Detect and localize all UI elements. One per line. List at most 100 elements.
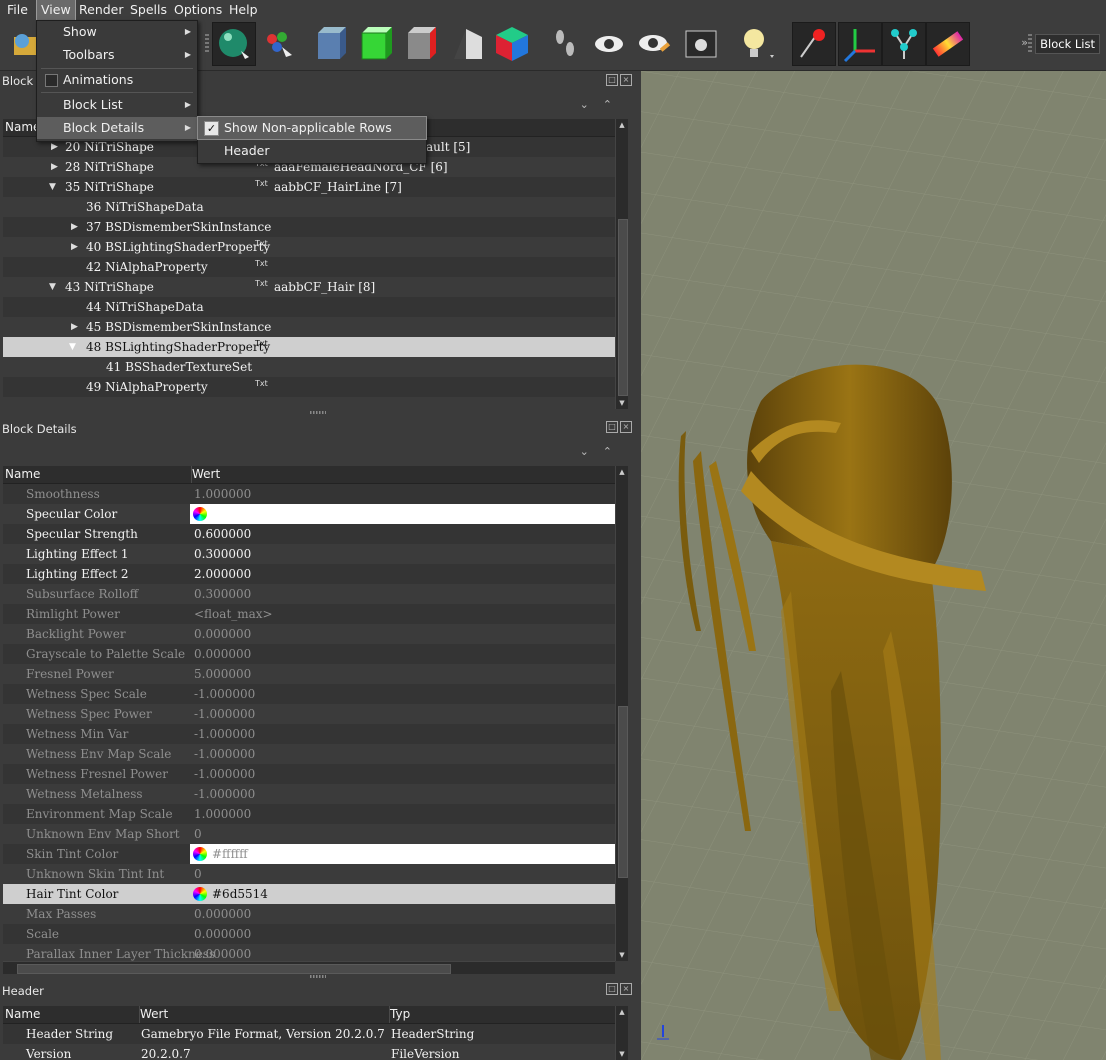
pin-vertex-icon[interactable] — [792, 22, 836, 66]
menu-spells[interactable]: Spells — [126, 0, 171, 20]
block-list-scrollbar[interactable]: ▲ ▼ — [615, 119, 628, 409]
scroll-up-icon[interactable]: ▲ — [616, 119, 628, 131]
menu-view[interactable]: View — [36, 0, 76, 21]
table-row[interactable]: Wetness Metalness -1.000000 — [3, 784, 615, 804]
eye-icon[interactable] — [588, 23, 630, 65]
column-value[interactable]: Wert — [190, 466, 615, 483]
scroll-thumb[interactable] — [618, 219, 628, 396]
column-name[interactable]: Name — [3, 466, 192, 483]
block-list-toggle-button[interactable]: Block List — [1035, 34, 1100, 54]
tree-row[interactable]: 41 BSShaderTextureSet — [3, 357, 615, 377]
axes-icon[interactable] — [838, 22, 882, 66]
table-row[interactable]: Grayscale to Palette Scale 0.000000 — [3, 644, 615, 664]
table-row[interactable]: Parallax Inner Layer Thickness 0.000000 — [3, 944, 615, 961]
menu-item-header[interactable]: Header — [198, 140, 426, 162]
table-row[interactable]: Specular Color — [3, 504, 615, 524]
menu-help[interactable]: Help — [225, 0, 262, 20]
scroll-up-icon[interactable]: ▲ — [616, 1006, 628, 1018]
close-icon[interactable]: × — [620, 421, 632, 433]
footprints-icon[interactable] — [544, 23, 586, 65]
table-row[interactable]: Fresnel Power 5.000000 — [3, 664, 615, 684]
toolbar-grip[interactable] — [205, 34, 209, 54]
gradient-strip-icon[interactable] — [926, 22, 970, 66]
screenshot-camera-icon[interactable] — [680, 23, 722, 65]
toolbar-grip-right[interactable] — [1028, 34, 1032, 54]
table-row[interactable]: Environment Map Scale 1.000000 — [3, 804, 615, 824]
table-row[interactable]: Skin Tint Color #ffffff — [3, 844, 615, 864]
cube-green-icon[interactable] — [356, 23, 398, 65]
select-nodes-icon[interactable] — [258, 23, 300, 65]
collapse-expand-icons[interactable]: ⌄⌃ — [580, 445, 626, 458]
block-details-scrollbar[interactable]: ▲ ▼ — [615, 466, 628, 961]
table-row[interactable]: Max Passes 0.000000 — [3, 904, 615, 924]
table-row-selected[interactable]: Hair Tint Color #6d5514 — [3, 884, 615, 904]
lightbulb-icon[interactable] — [734, 23, 776, 65]
table-row[interactable]: Smoothness 1.000000 — [3, 484, 615, 504]
table-row[interactable]: Header String Gamebryo File Format, Versi… — [3, 1024, 615, 1044]
tree-row[interactable]: 36 NiTriShapeData — [3, 197, 615, 217]
color-wheel-icon[interactable] — [193, 507, 207, 521]
checkbox-icon[interactable] — [45, 74, 58, 87]
menu-item-toolbars[interactable]: Toolbars ▶ — [37, 44, 197, 66]
table-row[interactable]: Version 20.2.0.7 FileVersion — [3, 1044, 615, 1060]
tree-row[interactable]: ▼ 43 NiTriShape Txt aabbCF_Hair [8] — [3, 277, 615, 297]
menu-render[interactable]: Render — [75, 0, 128, 20]
menu-item-block-details[interactable]: Block Details ▶ — [37, 117, 197, 139]
toolbar-overflow-icon[interactable]: » — [1021, 36, 1028, 49]
table-row[interactable]: Specular Strength 0.600000 — [3, 524, 615, 544]
block-details-hscrollbar[interactable] — [3, 961, 615, 974]
collapse-expand-icons[interactable]: ⌄⌃ — [580, 98, 626, 111]
cube-red-icon[interactable] — [402, 23, 444, 65]
view-walk-icon[interactable] — [212, 22, 256, 66]
table-row[interactable]: Lighting Effect 2 2.000000 — [3, 564, 615, 584]
color-wheel-icon[interactable] — [193, 887, 207, 901]
cube-blue-icon[interactable] — [310, 23, 352, 65]
table-row[interactable]: Subsurface Rolloff 0.300000 — [3, 584, 615, 604]
float-icon[interactable]: □ — [606, 74, 618, 86]
column-name[interactable]: Name — [3, 1006, 140, 1023]
menu-options[interactable]: Options — [170, 0, 226, 20]
column-type[interactable]: Typ — [388, 1006, 615, 1023]
scroll-down-icon[interactable]: ▼ — [616, 949, 628, 961]
menu-item-animations[interactable]: Animations — [37, 69, 197, 91]
color-wheel-icon[interactable] — [193, 847, 207, 861]
splitter-handle[interactable] — [310, 411, 326, 414]
hscroll-thumb[interactable] — [17, 964, 451, 974]
skeleton-nodes-icon[interactable] — [882, 22, 926, 66]
float-icon[interactable]: □ — [606, 983, 618, 995]
splitter-handle[interactable] — [310, 975, 326, 978]
tree-row[interactable]: ▶ 40 BSLightingShaderProperty Txt — [3, 237, 615, 257]
table-row[interactable]: Scale 0.000000 — [3, 924, 615, 944]
checkmark-icon[interactable]: ✓ — [204, 121, 219, 136]
menu-item-block-list[interactable]: Block List ▶ — [37, 94, 197, 116]
tree-row[interactable]: 42 NiAlphaProperty Txt — [3, 257, 615, 277]
cube-rgb-icon[interactable] — [492, 23, 534, 65]
menu-file[interactable]: File — [3, 0, 32, 20]
scroll-down-icon[interactable]: ▼ — [616, 1048, 628, 1060]
table-row[interactable]: Wetness Spec Power -1.000000 — [3, 704, 615, 724]
header-scrollbar[interactable]: ▲ ▼ — [615, 1006, 628, 1060]
table-row[interactable]: Wetness Min Var -1.000000 — [3, 724, 615, 744]
tree-row[interactable]: 44 NiTriShapeData — [3, 297, 615, 317]
close-icon[interactable]: × — [620, 983, 632, 995]
tree-row-selected[interactable]: ▼ 48 BSLightingShaderProperty Txt — [3, 337, 615, 357]
column-value[interactable]: Wert — [138, 1006, 390, 1023]
close-icon[interactable]: × — [620, 74, 632, 86]
scroll-up-icon[interactable]: ▲ — [616, 466, 628, 478]
menu-item-show[interactable]: Show ▶ — [37, 21, 197, 43]
tree-row[interactable]: ▶ 37 BSDismemberSkinInstance — [3, 217, 615, 237]
table-row[interactable]: Wetness Env Map Scale -1.000000 — [3, 744, 615, 764]
scroll-down-icon[interactable]: ▼ — [616, 397, 628, 409]
render-viewport[interactable] — [641, 71, 1106, 1060]
table-row[interactable]: Lighting Effect 1 0.300000 — [3, 544, 615, 564]
table-row[interactable]: Backlight Power 0.000000 — [3, 624, 615, 644]
table-row[interactable]: Wetness Fresnel Power -1.000000 — [3, 764, 615, 784]
scroll-thumb[interactable] — [618, 706, 628, 878]
tree-row[interactable]: 49 NiAlphaProperty Txt — [3, 377, 615, 397]
float-icon[interactable]: □ — [606, 421, 618, 433]
table-row[interactable]: Rimlight Power <float_max> — [3, 604, 615, 624]
eye-edit-icon[interactable] — [634, 23, 676, 65]
menu-item-show-non-applicable-rows[interactable]: ✓ Show Non-applicable Rows — [197, 116, 427, 140]
table-row[interactable]: Unknown Env Map Short 0 — [3, 824, 615, 844]
tree-row[interactable]: ▼ 35 NiTriShape Txt aabbCF_HairLine [7] — [3, 177, 615, 197]
